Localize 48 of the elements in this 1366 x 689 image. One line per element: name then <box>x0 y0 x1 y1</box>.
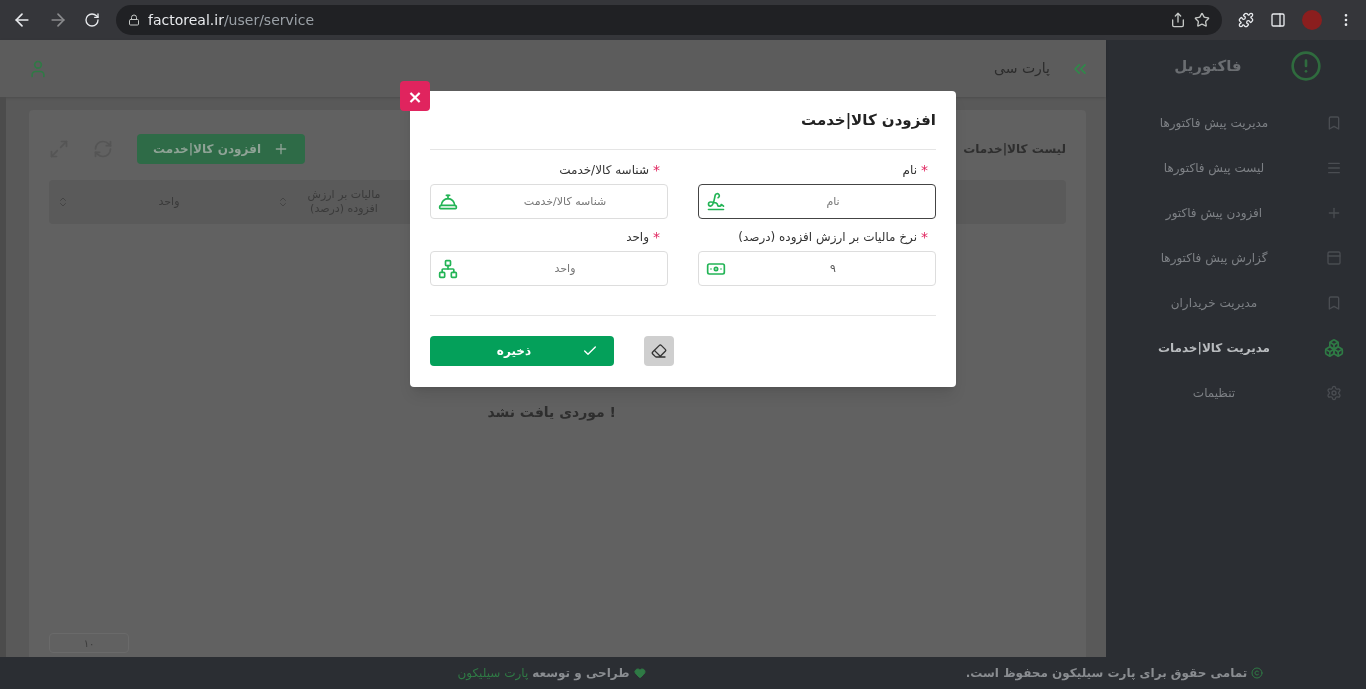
required-mark: * <box>921 160 928 180</box>
input-field[interactable]: ۹ <box>698 251 936 286</box>
sidebar-item[interactable]: مدیریت خریداران <box>1106 280 1366 325</box>
bookmark-star-icon[interactable] <box>1194 12 1210 28</box>
sidebar-item[interactable]: تنظیمات <box>1106 370 1366 415</box>
sidebar-item[interactable]: لیست پیش فاکتورها <box>1106 145 1366 190</box>
copyright-icon <box>1251 667 1264 679</box>
clear-button[interactable] <box>644 336 674 366</box>
boxes-icon <box>1324 337 1344 358</box>
save-button[interactable]: ذخیره <box>430 336 614 366</box>
reload-icon[interactable] <box>84 12 100 28</box>
field-label: نام <box>902 162 917 179</box>
required-mark: * <box>921 227 928 247</box>
logo-text: فاکتوریل <box>1174 55 1242 77</box>
sidebar-item[interactable]: افزودن پیش فاکتور <box>1106 190 1366 235</box>
bookmark-icon <box>1326 294 1342 311</box>
input-field[interactable]: نام <box>698 184 936 219</box>
signature-icon <box>706 192 726 212</box>
url-path: /user/service <box>223 10 314 30</box>
bookmark-icon <box>1326 114 1342 131</box>
sidebar-item[interactable]: مدیریت کالا|خدمات <box>1106 325 1366 370</box>
settings-icon <box>1326 384 1342 401</box>
heart-icon <box>633 667 646 679</box>
address-bar[interactable]: factoreal.ir/user/service <box>116 5 1222 35</box>
share-icon[interactable] <box>1170 12 1186 28</box>
url-host: factoreal.ir <box>148 10 224 30</box>
hierarchy-icon <box>438 259 458 279</box>
add-item-button[interactable]: افزودن کالا|خدمت <box>137 134 305 164</box>
copyright-text: تمامی حقوق برای پارت سیلیکون محفوظ است. <box>965 665 1248 682</box>
side-panel-icon[interactable] <box>1270 12 1286 28</box>
required-mark: * <box>653 227 660 247</box>
eraser-icon <box>651 343 667 359</box>
field-label: واحد <box>626 229 649 246</box>
bell-icon <box>438 192 458 212</box>
logo-icon <box>1289 50 1322 82</box>
modal-title: افزودن کالا|خدمت <box>801 109 936 131</box>
extensions-icon[interactable] <box>1238 12 1254 28</box>
sidebar-item[interactable]: گزارش پیش فاکتورها <box>1106 235 1366 280</box>
close-button[interactable]: × <box>400 81 430 111</box>
credit-text: طراحی و توسعه <box>532 665 630 682</box>
lock-icon <box>128 14 140 26</box>
field-label: شناسه کالا/خدمت <box>559 162 649 179</box>
required-mark: * <box>653 160 660 180</box>
plus-icon <box>273 141 289 157</box>
sidebar-item[interactable]: مدیریت پیش فاکتورها <box>1106 100 1366 145</box>
window-icon <box>1326 249 1342 266</box>
credit-link[interactable]: پارت سیلیکون <box>457 664 529 682</box>
field-label: نرخ مالیات بر ارزش افزوده (درصد) <box>738 229 917 246</box>
